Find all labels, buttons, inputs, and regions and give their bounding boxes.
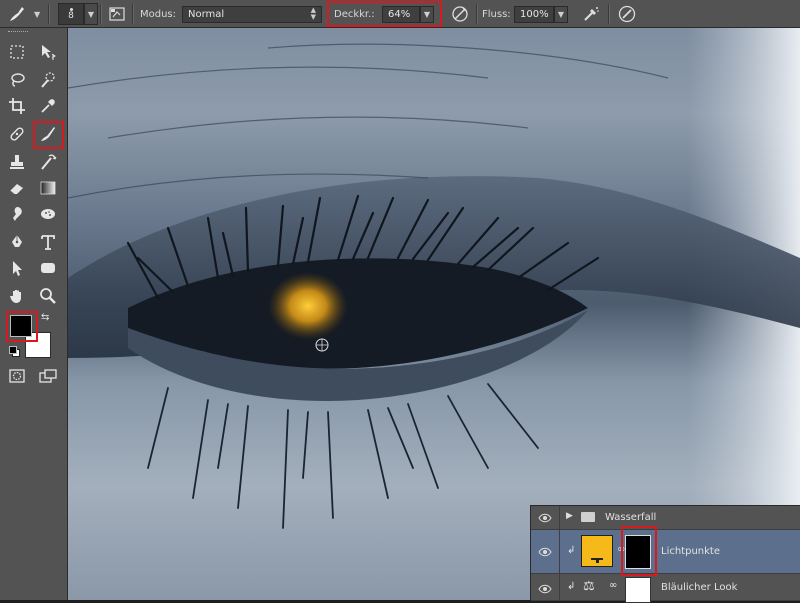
default-colors-icon[interactable] bbox=[9, 346, 20, 357]
airbrush-button[interactable] bbox=[580, 3, 602, 25]
brush-panel-toggle[interactable] bbox=[106, 3, 128, 25]
pressure-size-icon bbox=[618, 5, 636, 23]
blur-tool[interactable] bbox=[4, 202, 30, 226]
layer-name: Bläulicher Look bbox=[661, 582, 738, 593]
eyedropper-tool[interactable] bbox=[35, 94, 61, 118]
rect-marquee-tool[interactable] bbox=[4, 40, 30, 64]
screen-mode-tool[interactable] bbox=[35, 364, 61, 388]
history-brush-icon bbox=[41, 154, 57, 170]
visibility-eye-icon[interactable] bbox=[537, 512, 553, 524]
history-brush-tool[interactable] bbox=[35, 150, 61, 174]
screen-mode-icon bbox=[39, 369, 57, 383]
clone-stamp-tool[interactable] bbox=[4, 150, 30, 174]
airbrush-icon bbox=[584, 7, 599, 21]
type-icon bbox=[41, 235, 55, 250]
zoom-tool[interactable] bbox=[35, 284, 61, 308]
gradient-tool[interactable] bbox=[35, 176, 61, 200]
layer-row-selected[interactable]: ↲ ∞ Lichtpunkte bbox=[531, 526, 800, 576]
brush-size-chevron-icon[interactable]: ▼ bbox=[84, 3, 98, 25]
swap-colors-icon[interactable]: ⇆ bbox=[41, 312, 49, 323]
layer-name: Lichtpunkte bbox=[661, 546, 720, 557]
rounded-rect-icon bbox=[41, 263, 55, 273]
lower-lashes bbox=[147, 383, 539, 529]
hand-icon bbox=[10, 290, 21, 303]
brush-preset-picker[interactable] bbox=[6, 3, 28, 25]
opacity-highlight-box bbox=[327, 1, 442, 27]
flow-label: Fluss: bbox=[482, 8, 511, 20]
layer-row-adjustment[interactable]: ↲ ⚖ ∞ Bläulicher Look bbox=[531, 574, 800, 603]
mask-highlight-box bbox=[621, 526, 657, 576]
layers-panel: ▶ Wasserfall ↲ ∞ Lichtpunkte ↲ ⚖ ∞ Bläul… bbox=[530, 505, 800, 603]
preset-chevron-icon[interactable]: ▼ bbox=[34, 0, 40, 28]
toolbar-grip[interactable] bbox=[8, 31, 28, 34]
blend-mode-value: Normal bbox=[188, 8, 225, 20]
rectangle-tool[interactable] bbox=[35, 256, 61, 280]
flow-chevron-icon[interactable]: ▼ bbox=[554, 5, 568, 23]
move-tool[interactable] bbox=[35, 40, 61, 64]
blend-mode-select[interactable]: Normal ▲ ▼ bbox=[182, 5, 322, 23]
stamp-icon bbox=[10, 155, 24, 169]
bandage-icon bbox=[10, 127, 24, 141]
pen-icon bbox=[12, 235, 22, 247]
crop-icon bbox=[9, 98, 25, 114]
path-selection-tool[interactable] bbox=[4, 256, 30, 280]
foreground-swatch-highlight-box bbox=[6, 311, 38, 342]
quick-selection-icon bbox=[41, 72, 55, 88]
clipping-arrow-icon: ↲ bbox=[567, 581, 576, 592]
layer-name: Wasserfall bbox=[605, 512, 657, 523]
crop-tool[interactable] bbox=[4, 94, 30, 118]
brush-size-picker[interactable]: 8 bbox=[58, 3, 84, 25]
pressure-opacity-button[interactable] bbox=[449, 3, 471, 25]
visibility-eye-icon[interactable] bbox=[537, 583, 553, 595]
color-balance-icon[interactable]: ⚖ bbox=[583, 579, 595, 594]
brush-cursor bbox=[315, 338, 329, 352]
clipping-arrow-icon: ↲ bbox=[567, 545, 576, 556]
gradient-icon bbox=[40, 181, 56, 195]
flow-input[interactable]: 100% bbox=[514, 5, 554, 23]
mask-link-icon[interactable]: ∞ bbox=[609, 580, 617, 591]
fill-thumbnail[interactable] bbox=[581, 535, 613, 567]
pressure-size-button[interactable] bbox=[616, 3, 638, 25]
eraser-icon bbox=[9, 184, 23, 195]
folder-icon bbox=[581, 512, 595, 522]
sponge-icon bbox=[41, 209, 55, 219]
magnifier-icon bbox=[40, 288, 56, 304]
pen-tool[interactable] bbox=[4, 230, 30, 254]
eyedropper-icon bbox=[41, 99, 55, 113]
eraser-tool[interactable] bbox=[4, 176, 30, 200]
select-arrows-icon: ▲ ▼ bbox=[310, 6, 316, 21]
tools-panel: ⇆ bbox=[0, 28, 68, 600]
layer-mask-thumbnail[interactable] bbox=[625, 577, 651, 603]
options-bar: ▼ 8 ▼ Modus: Normal ▲ ▼ Deckkr.: 64% ▼ F… bbox=[0, 0, 800, 28]
quick-selection-tool[interactable] bbox=[35, 68, 61, 92]
flow-value: 100% bbox=[520, 8, 549, 20]
brush-size-value: 8 bbox=[68, 10, 74, 21]
hand-tool[interactable] bbox=[4, 284, 30, 308]
lasso-tool[interactable] bbox=[4, 68, 30, 92]
mode-label: Modus: bbox=[140, 8, 177, 20]
lasso-icon bbox=[11, 73, 25, 87]
smudge-icon bbox=[13, 207, 22, 221]
brush-panel-icon bbox=[109, 7, 125, 21]
visibility-eye-icon[interactable] bbox=[537, 546, 553, 558]
golden-light-spot bbox=[268, 272, 348, 340]
dodge-tool[interactable] bbox=[35, 202, 61, 226]
quick-mask-icon bbox=[9, 369, 25, 383]
layer-row-group[interactable]: ▶ Wasserfall bbox=[531, 506, 800, 530]
rect-marquee-icon bbox=[10, 45, 24, 59]
brush-icon bbox=[10, 7, 24, 21]
brush-tool-highlight-box bbox=[33, 121, 64, 149]
arrow-pointer-icon bbox=[13, 261, 22, 276]
type-tool[interactable] bbox=[35, 230, 61, 254]
pressure-opacity-icon bbox=[452, 6, 468, 22]
healing-brush-tool[interactable] bbox=[4, 122, 30, 146]
quick-mask-tool[interactable] bbox=[4, 364, 30, 388]
move-icon bbox=[42, 45, 56, 60]
expand-group-chevron-icon[interactable]: ▶ bbox=[566, 511, 573, 521]
